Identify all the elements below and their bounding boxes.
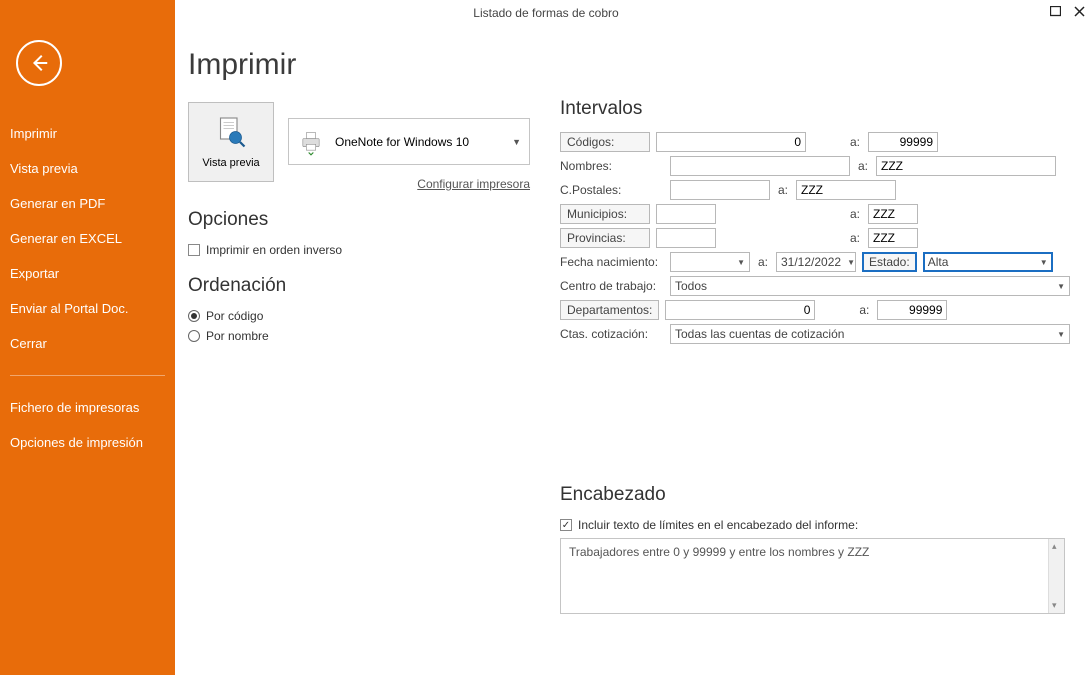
sidebar-item-imprimir[interactable]: Imprimir (0, 116, 175, 151)
a-label: a: (856, 159, 870, 173)
por-nombre-radio[interactable] (188, 330, 200, 342)
codigos-from-input[interactable] (656, 132, 806, 152)
chevron-down-icon: ▼ (737, 258, 745, 267)
page-title: Imprimir (188, 48, 1082, 82)
nombres-to-input[interactable] (876, 156, 1056, 176)
a-label: a: (848, 231, 862, 245)
centro-label: Centro de trabajo: (560, 279, 664, 293)
cpostales-from-input[interactable] (670, 180, 770, 200)
encabezado-text: Trabajadores entre 0 y 99999 y entre los… (569, 545, 869, 559)
a-label: a: (756, 255, 770, 269)
incluir-limites-label: Incluir texto de límites en el encabezad… (578, 518, 858, 532)
ctas-value: Todas las cuentas de cotización (675, 327, 844, 341)
provincias-button[interactable]: Provincias: (560, 228, 650, 248)
codigos-button[interactable]: Códigos: (560, 132, 650, 152)
por-codigo-label: Por código (206, 309, 263, 323)
back-button[interactable] (16, 40, 62, 86)
intervalos-title: Intervalos (560, 98, 1070, 120)
codigos-to-input[interactable] (868, 132, 938, 152)
a-label: a: (857, 303, 871, 317)
printer-icon (297, 128, 325, 156)
sidebar-item-pdf[interactable]: Generar en PDF (0, 186, 175, 221)
printer-name: OneNote for Windows 10 (335, 135, 469, 149)
sidebar-item-opciones[interactable]: Opciones de impresión (0, 425, 175, 460)
a-label: a: (848, 207, 862, 221)
scrollbar[interactable] (1048, 539, 1064, 613)
deptos-from-input[interactable] (665, 300, 815, 320)
chevron-down-icon: ▼ (847, 258, 855, 267)
fecha-label: Fecha nacimiento: (560, 255, 664, 269)
chevron-down-icon: ▼ (1057, 330, 1065, 339)
por-codigo-radio[interactable] (188, 310, 200, 322)
estado-dropdown[interactable]: Alta ▼ (923, 252, 1053, 272)
reverse-order-label: Imprimir en orden inverso (206, 243, 342, 257)
estado-value: Alta (928, 255, 949, 269)
sidebar-item-portal[interactable]: Enviar al Portal Doc. (0, 291, 175, 326)
fecha-from-dropdown[interactable]: ▼ (670, 252, 750, 272)
fecha-to-dropdown[interactable]: 31/12/2022 ▼ (776, 252, 856, 272)
municipios-to-input[interactable] (868, 204, 918, 224)
cpostales-to-input[interactable] (796, 180, 896, 200)
por-nombre-label: Por nombre (206, 329, 269, 343)
maximize-icon[interactable] (1048, 4, 1062, 18)
sidebar-item-cerrar[interactable]: Cerrar (0, 326, 175, 361)
centro-value: Todos (675, 279, 707, 293)
sidebar-item-excel[interactable]: Generar en EXCEL (0, 221, 175, 256)
municipios-from-input[interactable] (656, 204, 716, 224)
close-icon[interactable] (1072, 4, 1086, 18)
a-label: a: (776, 183, 790, 197)
estado-label: Estado: (862, 252, 917, 272)
sidebar-item-exportar[interactable]: Exportar (0, 256, 175, 291)
configurar-impresora-link[interactable]: Configurar impresora (417, 177, 530, 191)
incluir-limites-checkbox[interactable]: ✓ (560, 519, 572, 531)
sidebar: Imprimir Vista previa Generar en PDF Gen… (0, 0, 175, 675)
centro-dropdown[interactable]: Todos ▼ (670, 276, 1070, 296)
provincias-from-input[interactable] (656, 228, 716, 248)
encabezado-title: Encabezado (560, 484, 1070, 506)
vista-previa-button[interactable]: Vista previa (188, 102, 274, 182)
chevron-down-icon: ▼ (1040, 258, 1048, 267)
chevron-down-icon: ▼ (1057, 282, 1065, 291)
provincias-to-input[interactable] (868, 228, 918, 248)
window-title: Listado de formas de cobro (473, 6, 618, 20)
fecha-to-value: 31/12/2022 (781, 255, 841, 269)
sidebar-item-fichero[interactable]: Fichero de impresoras (0, 390, 175, 425)
sidebar-divider (10, 375, 165, 376)
nombres-label: Nombres: (560, 159, 664, 173)
vista-previa-label: Vista previa (202, 157, 259, 169)
nombres-from-input[interactable] (670, 156, 850, 176)
sidebar-item-vista-previa[interactable]: Vista previa (0, 151, 175, 186)
encabezado-textarea[interactable]: Trabajadores entre 0 y 99999 y entre los… (560, 538, 1065, 614)
ctas-label: Ctas. cotización: (560, 327, 664, 341)
printer-select[interactable]: OneNote for Windows 10 ▼ (288, 118, 530, 165)
a-label: a: (848, 135, 862, 149)
chevron-down-icon: ▼ (512, 137, 521, 147)
municipios-button[interactable]: Municipios: (560, 204, 650, 224)
ctas-dropdown[interactable]: Todas las cuentas de cotización ▼ (670, 324, 1070, 344)
reverse-order-checkbox[interactable] (188, 244, 200, 256)
departamentos-button[interactable]: Departamentos: (560, 300, 659, 320)
cpostales-label: C.Postales: (560, 183, 664, 197)
deptos-to-input[interactable] (877, 300, 947, 320)
